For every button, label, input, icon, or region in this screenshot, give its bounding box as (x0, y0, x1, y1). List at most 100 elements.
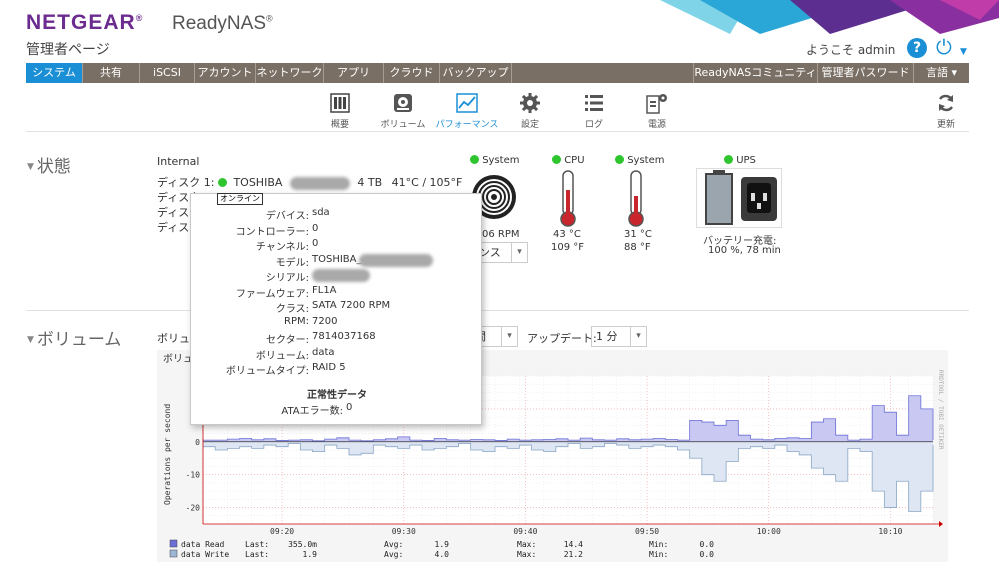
toolbar-performance-label: パフォーマンス (435, 120, 499, 130)
legend-text: 0.0 (700, 540, 715, 549)
legend-swatch (169, 549, 178, 558)
x-tick-label: 10:00 (757, 527, 781, 536)
popup-row: コントローラー: 0 (191, 223, 483, 238)
chart-title: ボリュ (163, 353, 193, 365)
legend-text: Avg: (384, 540, 403, 549)
tab-accounts[interactable]: アカウント (195, 63, 256, 83)
toolbar-refresh-label: 更新 (936, 120, 955, 130)
disk-1-model: TOSHIBA (233, 176, 283, 189)
tab-network[interactable]: ネットワーク (256, 63, 324, 83)
tab-language[interactable]: 言語 ▾ (914, 63, 969, 83)
popup-row: クラス: SATA 7200 RPM (191, 300, 483, 315)
disk-1-size: 4 TB (357, 176, 383, 189)
toolbar-divider (26, 131, 969, 132)
internal-label: Internal (157, 155, 200, 168)
sys-fan-label: System (470, 155, 519, 166)
legend-text: Last: (245, 550, 269, 559)
ups-battery-plug-icon (705, 170, 777, 225)
chevron-down-icon: ▾ (511, 243, 527, 262)
popup-row: モデル: TOSHIBA_ (191, 253, 483, 269)
page-title: 管理者ページ (26, 42, 110, 58)
gear-icon (495, 92, 565, 114)
update-interval-select[interactable]: 1 分 ▾ (591, 326, 647, 347)
disk-1-row[interactable]: ディスク 1: TOSHIBA 4 TB 41°C / 105°F (157, 174, 462, 190)
chart-watermark: RRDTOOL / TOBI OETIKER (937, 370, 944, 450)
legend-text: data Write (181, 550, 229, 559)
legend-text: Avg: (384, 550, 403, 559)
popup-value: TOSHIBA_ (312, 253, 362, 265)
legend-text: 21.2 (564, 550, 583, 559)
netgear-logo: NETGEAR® (26, 11, 144, 34)
disk-info-popup: デバイス: sda コントローラー: 0 チャンネル: 0 モデル: TOSHIBA_ シリアル… (190, 193, 482, 425)
tab-cloud[interactable]: クラウド (384, 63, 440, 83)
popup-value: data (312, 346, 335, 358)
power-button[interactable]: ⏻ ▼ (936, 36, 970, 60)
sys-temp-c: 31 °C (624, 229, 652, 240)
toolbar-settings[interactable]: 設定 (495, 92, 565, 130)
tab-apps[interactable]: アプリ (324, 63, 384, 83)
tab-system[interactable]: システム (26, 63, 83, 83)
ups-panel[interactable] (696, 168, 782, 228)
toolbar-overview-label: 概要 (330, 120, 349, 130)
online-tooltip: オンライン (217, 193, 263, 205)
chart-ylabel: Operations per second (163, 404, 172, 505)
sys-temp-f: 88 °F (624, 242, 651, 253)
status-section-title[interactable]: ▼ 状態 (27, 152, 71, 177)
popup-value: sda (312, 207, 330, 218)
tab-backup[interactable]: バックアップ (440, 63, 512, 83)
toolbar-overview[interactable]: 概要 (305, 92, 375, 130)
sys-temp-label: System (615, 155, 664, 166)
popup-key: ATAエラー数: (281, 406, 343, 417)
nav-spacer (512, 63, 694, 83)
sys-fan-rpm: 06 RPM (482, 229, 520, 240)
cpu-label: CPU (552, 155, 585, 166)
popup-value: SATA 7200 RPM (312, 300, 391, 311)
y-tick-label: 0 (195, 438, 200, 447)
refresh-icon (911, 92, 981, 114)
toolbar-power-label: 電源 (647, 120, 666, 130)
tab-shares[interactable]: 共有 (83, 63, 140, 83)
toolbar-performance[interactable]: パフォーマンス (432, 92, 502, 130)
toolbar-settings-label: 設定 (520, 120, 539, 130)
popup-value: RAID 5 (312, 362, 346, 373)
popup-row: ファームウェア: FL1A (191, 285, 483, 300)
popup-value: 0 (312, 222, 319, 234)
disk-1-model-redacted (289, 176, 350, 190)
legend-text: data Read (181, 540, 225, 549)
x-tick-label: 09:20 (270, 527, 294, 536)
toolbar-power[interactable]: 電源 (622, 92, 692, 130)
log-icon (559, 92, 629, 114)
ups-charge-value: 100 %, 78 min (708, 245, 781, 256)
legend-text: 0.0 (700, 550, 715, 559)
popup-value: 0 (312, 238, 319, 249)
help-button[interactable]: ? (907, 38, 927, 58)
disk-1-temp: 41°C / 105°F (391, 176, 463, 189)
popup-row-ata: ATAエラー数: 0 (191, 402, 483, 417)
legend-text: 1.9 (303, 550, 318, 559)
toolbar-logs[interactable]: ログ (559, 92, 629, 130)
toolbar-logs-label: ログ (584, 120, 603, 130)
tab-community[interactable]: ReadyNASコミュニティ (694, 63, 818, 83)
popup-value: 7200 (312, 315, 338, 327)
legend-text: Max: (517, 550, 536, 559)
tab-iscsi[interactable]: iSCSI (140, 63, 195, 83)
chevron-down-icon: ▾ (501, 327, 517, 346)
legend-text: 1.9 (435, 540, 450, 549)
legend-text: 4.0 (435, 550, 450, 559)
health-data-title: 正常性データ (307, 390, 367, 401)
popup-key: ファームウェア: (235, 288, 309, 300)
x-tick-label: 10:10 (878, 527, 902, 536)
x-tick-label: 09:40 (513, 527, 537, 536)
tab-admin-password[interactable]: 管理者パスワード (818, 63, 914, 83)
volume-section-title[interactable]: ▼ ボリューム (27, 325, 121, 350)
collapse-triangle-icon: ▼ (27, 335, 34, 345)
popup-key: ボリューム: (255, 350, 309, 362)
welcome-text: ようこそ admin (806, 43, 896, 57)
y-tick-label: -10 (186, 471, 201, 480)
toolbar-refresh[interactable]: 更新 (911, 92, 981, 130)
legend-text: Min: (649, 550, 668, 559)
header-decoration (660, 0, 999, 34)
y-tick-label: -20 (186, 504, 201, 513)
toolbar-volume[interactable]: ボリューム (368, 92, 438, 130)
popup-key: モデル: (275, 257, 309, 269)
